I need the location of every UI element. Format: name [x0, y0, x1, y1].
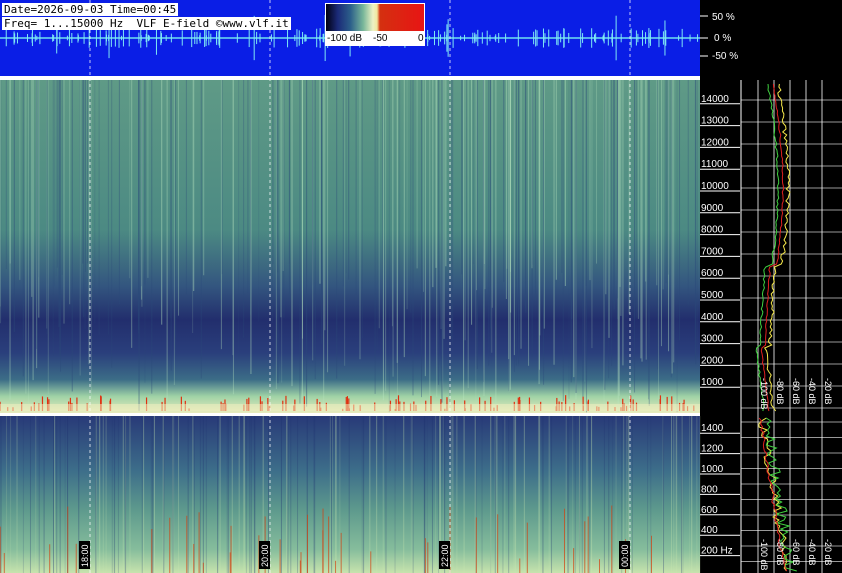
profile-db-label: -80 dB — [775, 539, 785, 566]
profile-db-label: -100 dB — [759, 539, 769, 571]
profile-line-yellow-main — [763, 83, 791, 412]
frequency-tick-label: 7000 — [701, 246, 724, 257]
frequency-tick-label: 1000 — [701, 377, 724, 388]
vlf-spectrogram-display: 50 % 0 % -50 % 18:00 20:00 22:00 00:00 1… — [0, 0, 842, 573]
time-label-2000: 20:00 — [260, 544, 270, 567]
profile-gridlines — [741, 80, 842, 573]
spectrogram-main — [0, 80, 700, 413]
frequency-tick-label: 2000 — [701, 355, 724, 366]
profile-db-label: -60 dB — [791, 378, 801, 405]
frequency-tick-label: 600 — [701, 505, 718, 516]
colorbar-label-mid: -50 — [373, 33, 388, 44]
frequency-tick-label: 3000 — [701, 334, 724, 345]
waveform-tick-minus-50: -50 % — [712, 51, 738, 62]
colorbar-label-max: 0 — [418, 33, 424, 44]
frequency-tick-label: 4000 — [701, 312, 724, 323]
spectrogram-base-band — [0, 404, 700, 411]
panel-separator — [0, 76, 700, 80]
frequency-tick-label: 1200 — [701, 444, 724, 455]
colorbar-gradient — [326, 4, 424, 31]
frequency-tick-label: 12000 — [701, 137, 729, 148]
frequency-tick-label: 11000 — [701, 159, 729, 170]
colorbar: -100 dB -50 0 — [325, 3, 425, 46]
profile-db-label: -20 dB — [823, 539, 833, 566]
waveform-tick-0: 0 % — [714, 33, 731, 44]
profile-line-red-main — [760, 83, 785, 412]
frequency-tick-label: 13000 — [701, 116, 729, 127]
header-date-time: Date=2026-09-03 Time=00:45 — [2, 3, 179, 16]
frequency-tick-label: 9000 — [701, 203, 724, 214]
colorbar-label-min: -100 dB — [327, 33, 362, 44]
frequency-tick-label: 10000 — [701, 181, 729, 192]
time-label-0000: 00:00 — [620, 544, 630, 567]
waveform-axis: 50 % 0 % -50 % — [700, 12, 738, 62]
frequency-tick-label: 8000 — [701, 225, 724, 236]
profile-db-label: -100 dB — [759, 378, 769, 410]
profile-db-label: -60 dB — [791, 539, 801, 566]
profile-db-label: -40 dB — [807, 539, 817, 566]
time-label-2200: 22:00 — [440, 544, 450, 567]
frequency-axis-low: 200 Hz 400 600 800 1000 1200 1400 — [700, 423, 740, 557]
time-label-1800: 18:00 — [80, 544, 90, 567]
frequency-tick-label: 400 — [701, 525, 718, 536]
profile-db-label: -20 dB — [823, 378, 833, 405]
frequency-tick-label: 200 Hz — [701, 546, 733, 557]
frequency-tick-label: 5000 — [701, 290, 724, 301]
frequency-axis-main: 1000 2000 3000 4000 5000 6000 7000 8000 9000 1000… — [700, 94, 740, 388]
spectrogram-low — [0, 416, 700, 573]
profile-db-label: -80 dB — [775, 378, 785, 405]
profile-db-label: -40 dB — [807, 378, 817, 405]
frequency-tick-label: 800 — [701, 484, 718, 495]
spectrogram-separator — [0, 413, 700, 416]
frequency-tick-label: 1400 — [701, 423, 724, 434]
frequency-tick-label: 1000 — [701, 464, 724, 475]
frequency-tick-label: 6000 — [701, 268, 724, 279]
waveform-tick-50: 50 % — [712, 12, 735, 23]
header-frequency-info: Freq= 1...15000 Hz VLF E-field ©www.vlf.… — [2, 17, 291, 30]
spectrum-profile-panel: -100 dB -100 dB -80 dB -80 dB -60 dB -60 dB -4… — [740, 80, 842, 573]
frequency-tick-label: 14000 — [701, 94, 729, 105]
